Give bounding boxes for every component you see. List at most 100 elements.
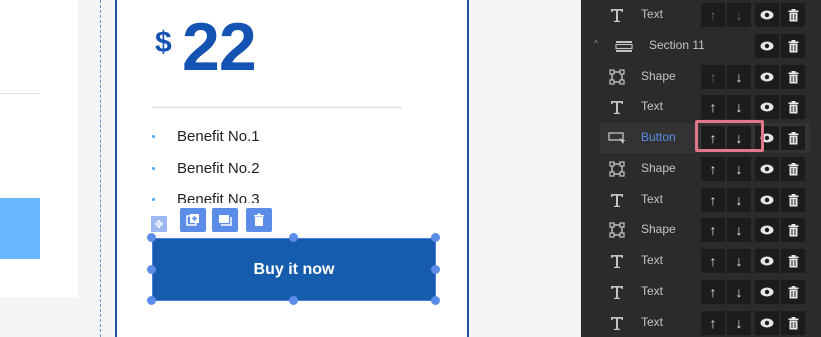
text-layer-icon bbox=[606, 189, 628, 211]
layer-row-section[interactable]: ^ Section 11 bbox=[581, 31, 821, 62]
delete-trash-icon[interactable] bbox=[781, 280, 805, 304]
resize-handle-e[interactable] bbox=[431, 265, 440, 274]
text-layer-icon bbox=[606, 312, 628, 334]
benefit-text: Benefit No.1 bbox=[177, 128, 260, 145]
delete-trash-icon[interactable] bbox=[781, 126, 805, 150]
trash-icon[interactable] bbox=[246, 208, 272, 232]
layer-row-shape[interactable]: Shape ↑ ↓ bbox=[581, 62, 821, 93]
neighbor-divider bbox=[0, 93, 40, 94]
duplicate-icon[interactable] bbox=[180, 208, 206, 232]
neighbor-blue-block bbox=[0, 198, 40, 259]
price-amount: 22 bbox=[182, 9, 257, 85]
layer-row-shape[interactable]: Shape ↑ ↓ bbox=[581, 215, 821, 246]
buy-button[interactable]: Buy it now bbox=[152, 238, 436, 301]
layer-label: Text bbox=[641, 99, 664, 113]
visibility-eye-icon[interactable] bbox=[755, 34, 779, 58]
bullet-icon bbox=[152, 135, 155, 138]
text-layer-icon bbox=[606, 96, 628, 118]
move-up-button[interactable]: ↑ bbox=[701, 65, 725, 89]
delete-trash-icon[interactable] bbox=[781, 157, 805, 181]
resize-handle-w[interactable] bbox=[147, 265, 156, 274]
move-down-button[interactable]: ↓ bbox=[727, 311, 751, 335]
layer-label: Text bbox=[641, 192, 664, 206]
move-down-button[interactable]: ↓ bbox=[727, 280, 751, 304]
layer-label: Shape bbox=[641, 222, 676, 236]
move-down-button[interactable]: ↓ bbox=[727, 65, 751, 89]
price-divider bbox=[152, 107, 402, 108]
move-down-button[interactable]: ↓ bbox=[727, 218, 751, 242]
button-layer-icon bbox=[606, 127, 628, 149]
delete-trash-icon[interactable] bbox=[781, 188, 805, 212]
visibility-eye-icon[interactable] bbox=[755, 95, 779, 119]
delete-trash-icon[interactable] bbox=[781, 311, 805, 335]
delete-trash-icon[interactable] bbox=[781, 34, 805, 58]
layer-label: Shape bbox=[641, 69, 676, 83]
text-layer-icon bbox=[606, 250, 628, 272]
move-up-button[interactable]: ↑ bbox=[701, 218, 725, 242]
benefit-text: Benefit No.2 bbox=[177, 160, 260, 177]
shape-layer-icon bbox=[606, 66, 628, 88]
resize-handle-nw[interactable] bbox=[147, 233, 156, 242]
delete-trash-icon[interactable] bbox=[781, 3, 805, 27]
move-up-button[interactable]: ↑ bbox=[701, 157, 725, 181]
layer-label: Text bbox=[641, 315, 664, 329]
visibility-eye-icon[interactable] bbox=[755, 218, 779, 242]
resize-handle-sw[interactable] bbox=[147, 296, 156, 305]
delete-trash-icon[interactable] bbox=[781, 249, 805, 273]
page-canvas: $ 22 Benefit No.1 Benefit No.2 Benefit N… bbox=[0, 0, 580, 337]
layer-row-shape[interactable]: Shape ↑ ↓ bbox=[581, 154, 821, 185]
visibility-eye-icon[interactable] bbox=[755, 311, 779, 335]
resize-handle-n[interactable] bbox=[289, 233, 298, 242]
text-layer-icon bbox=[606, 4, 628, 26]
move-up-button[interactable]: ↑ bbox=[701, 311, 725, 335]
resize-handle-se[interactable] bbox=[431, 296, 440, 305]
move-down-button[interactable]: ↓ bbox=[727, 188, 751, 212]
layer-row-text[interactable]: Text ↑ ↓ bbox=[581, 277, 821, 308]
move-down-button[interactable]: ↓ bbox=[727, 249, 751, 273]
layer-label: Shape bbox=[641, 161, 676, 175]
layer-row-text[interactable]: Text ↑ ↓ bbox=[581, 92, 821, 123]
move-icon[interactable]: ✥ bbox=[151, 216, 167, 232]
visibility-eye-icon[interactable] bbox=[755, 157, 779, 181]
layer-label: Button bbox=[641, 130, 676, 144]
layer-row-text[interactable]: Text ↑ ↓ bbox=[581, 308, 821, 337]
element-toolbar bbox=[175, 203, 277, 233]
delete-trash-icon[interactable] bbox=[781, 95, 805, 119]
layer-row-text[interactable]: Text ↑ ↓ bbox=[581, 0, 821, 31]
move-up-button[interactable]: ↑ bbox=[701, 280, 725, 304]
move-down-button[interactable]: ↓ bbox=[727, 157, 751, 181]
visibility-eye-icon[interactable] bbox=[755, 188, 779, 212]
layer-label: Section 11 bbox=[649, 38, 705, 52]
layers-panel: Text ↑ ↓ ^ Section 11 Shape ↑ ↓ Text ↑ ↓ Button ↑ ↓ Sh… bbox=[581, 0, 821, 337]
layer-row-text[interactable]: Text ↑ ↓ bbox=[581, 185, 821, 216]
move-up-button[interactable]: ↑ bbox=[701, 95, 725, 119]
layer-label: Text bbox=[641, 253, 664, 267]
text-layer-icon bbox=[606, 281, 628, 303]
layer-label: Text bbox=[641, 284, 664, 298]
move-down-button[interactable]: ↓ bbox=[727, 3, 751, 27]
visibility-eye-icon[interactable] bbox=[755, 249, 779, 273]
resize-handle-ne[interactable] bbox=[431, 233, 440, 242]
delete-trash-icon[interactable] bbox=[781, 65, 805, 89]
visibility-eye-icon[interactable] bbox=[755, 65, 779, 89]
layer-label: Text bbox=[641, 7, 664, 21]
delete-trash-icon[interactable] bbox=[781, 218, 805, 242]
visibility-eye-icon[interactable] bbox=[755, 3, 779, 27]
collapse-caret-icon[interactable]: ^ bbox=[594, 39, 598, 48]
move-up-button[interactable]: ↑ bbox=[701, 188, 725, 212]
move-buttons-highlight bbox=[695, 120, 764, 152]
section-layer-icon bbox=[613, 35, 635, 57]
shape-layer-icon bbox=[606, 219, 628, 241]
bullet-icon bbox=[152, 198, 155, 201]
price-currency: $ bbox=[155, 26, 172, 59]
shape-layer-icon bbox=[606, 158, 628, 180]
bullet-icon bbox=[152, 167, 155, 170]
move-up-button[interactable]: ↑ bbox=[701, 3, 725, 27]
layer-row-text[interactable]: Text ↑ ↓ bbox=[581, 246, 821, 277]
resize-handle-s[interactable] bbox=[289, 296, 298, 305]
move-up-button[interactable]: ↑ bbox=[701, 249, 725, 273]
move-down-button[interactable]: ↓ bbox=[727, 95, 751, 119]
guide-line-left bbox=[100, 0, 101, 337]
layer-icon[interactable] bbox=[212, 208, 238, 232]
visibility-eye-icon[interactable] bbox=[755, 280, 779, 304]
